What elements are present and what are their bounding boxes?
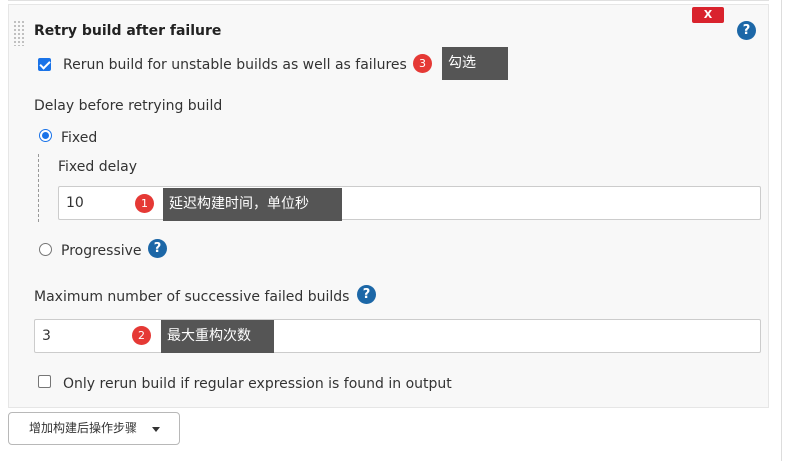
annotation-callout-3: 勾选 xyxy=(442,47,508,80)
annotation-callout-1: 延迟构建时间，单位秒 xyxy=(163,188,342,221)
regex-only-label: Only rerun build if regular expression i… xyxy=(63,376,452,392)
add-post-build-step-label: 增加构建后操作步骤 xyxy=(29,421,138,435)
annotation-badge-3: 3 xyxy=(413,54,432,73)
rerun-unstable-label: Rerun build for unstable builds as well … xyxy=(63,57,407,73)
regex-only-checkbox[interactable] xyxy=(38,375,51,388)
fixed-radio-label: Fixed xyxy=(61,130,98,146)
fixed-radio[interactable] xyxy=(39,129,52,142)
top-divider xyxy=(8,0,769,1)
annotation-callout-2: 最大重构次数 xyxy=(161,320,274,353)
section-title: Retry build after failure xyxy=(34,23,222,39)
max-failed-help-icon[interactable]: ? xyxy=(357,285,376,304)
fixed-delay-label: Fixed delay xyxy=(58,159,137,175)
progressive-radio-label: Progressive xyxy=(61,243,142,259)
max-failed-label: Maximum number of successive failed buil… xyxy=(34,289,350,305)
annotation-badge-1: 1 xyxy=(135,194,154,213)
annotation-badge-2: 2 xyxy=(132,326,151,345)
rerun-unstable-checkbox[interactable] xyxy=(38,58,51,71)
fixed-delay-indent-rule xyxy=(38,154,39,222)
delete-button[interactable]: X xyxy=(692,7,724,23)
help-icon[interactable]: ? xyxy=(737,21,756,40)
caret-down-icon xyxy=(152,427,160,432)
right-divider xyxy=(781,0,782,461)
drag-handle[interactable] xyxy=(13,20,25,46)
delay-label: Delay before retrying build xyxy=(34,98,223,114)
progressive-help-icon[interactable]: ? xyxy=(148,239,167,258)
add-post-build-step-button[interactable]: 增加构建后操作步骤 xyxy=(8,412,180,445)
progressive-radio[interactable] xyxy=(39,243,52,256)
